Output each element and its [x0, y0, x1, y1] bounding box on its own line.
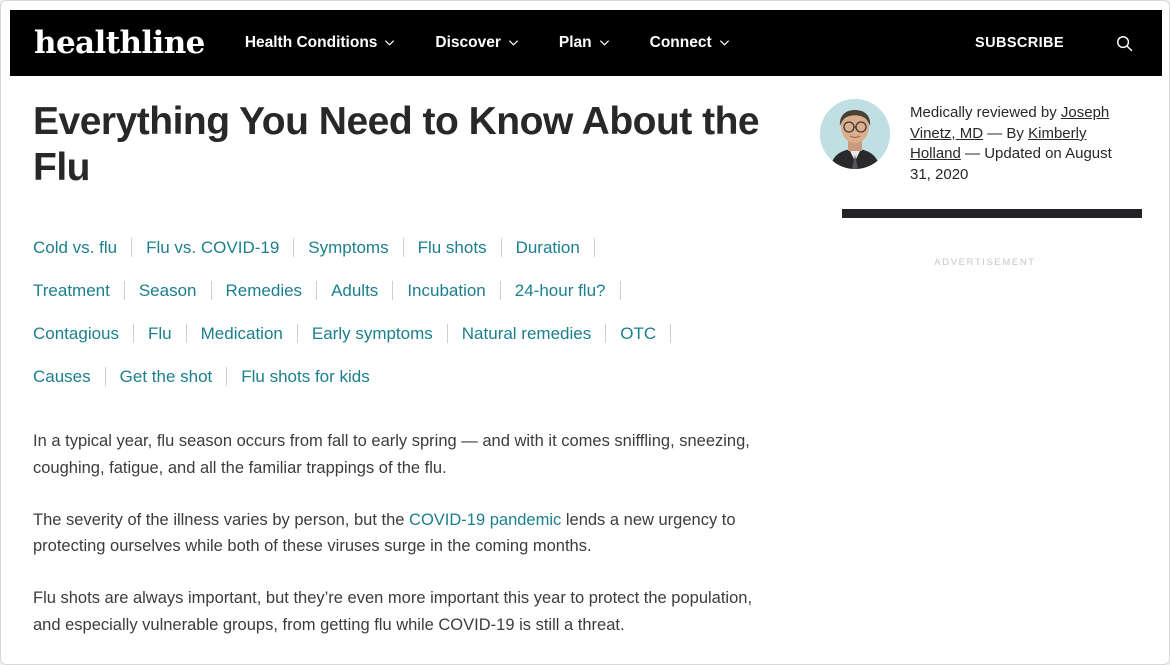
- ad-divider-rule: [842, 208, 1142, 218]
- jump-link-divider: [500, 238, 502, 258]
- browser-page-frame: healthline Health Conditions Discover Pl…: [0, 0, 1170, 665]
- jump-link-flu[interactable]: Flu: [148, 312, 172, 355]
- covid-19-pandemic-link[interactable]: COVID-19 pandemic: [409, 511, 561, 529]
- jump-link-symptoms[interactable]: Symptoms: [308, 226, 388, 269]
- page-title: Everything You Need to Know About the Fl…: [33, 100, 760, 189]
- jump-link-divider: [104, 367, 106, 387]
- jump-link-divider: [670, 324, 672, 344]
- jump-link-divider: [499, 281, 501, 301]
- article-column: Everything You Need to Know About the Fl…: [33, 76, 793, 664]
- jump-link-get-the-shot[interactable]: Get the shot: [120, 355, 213, 398]
- nav-item-health-conditions[interactable]: Health Conditions: [244, 34, 395, 52]
- jump-link-medication[interactable]: Medication: [201, 312, 283, 355]
- article-body: In a typical year, flu season occurs fro…: [33, 428, 768, 638]
- nav-item-label: Health Conditions: [244, 34, 378, 51]
- jump-link-divider: [316, 281, 318, 301]
- jump-link-cold-vs-flu[interactable]: Cold vs. flu: [33, 226, 117, 269]
- jump-link-otc[interactable]: OTC: [620, 312, 656, 355]
- jump-link-treatment[interactable]: Treatment: [33, 269, 110, 312]
- jump-link-contagious[interactable]: Contagious: [33, 312, 119, 355]
- jump-link-divider: [593, 238, 595, 258]
- jump-link-24-hour-flu[interactable]: 24-hour flu?: [515, 269, 606, 312]
- header-actions: SUBSCRIBE: [975, 33, 1134, 53]
- main-navigation: Health Conditions Discover Plan Connect: [245, 34, 770, 52]
- content-area: Everything You Need to Know About the Fl…: [10, 76, 1162, 656]
- chevron-down-icon: [508, 37, 518, 46]
- jump-link-divider: [131, 238, 133, 258]
- jump-link-divider: [402, 238, 404, 258]
- body-paragraph-2: The severity of the illness varies by pe…: [33, 507, 768, 560]
- subscribe-button[interactable]: SUBSCRIBE: [975, 35, 1064, 51]
- jump-link-divider: [392, 281, 394, 301]
- nav-item-connect[interactable]: Connect: [649, 34, 729, 52]
- paragraph-2-text-before: The severity of the illness varies by pe…: [33, 510, 410, 529]
- jump-link-divider: [605, 324, 607, 344]
- body-paragraph-1: In a typical year, flu season occurs fro…: [33, 432, 750, 477]
- byline-reviewed-prefix: Medically reviewed by: [910, 104, 1061, 121]
- byline-by-connector: — By: [983, 124, 1029, 142]
- jump-link-incubation[interactable]: Incubation: [407, 269, 485, 312]
- jump-link-divider: [185, 324, 187, 344]
- advertisement-label: ADVERTISEMENT: [934, 256, 1036, 268]
- jump-link-causes[interactable]: Causes: [33, 355, 91, 398]
- jump-link-flu-shots-for-kids[interactable]: Flu shots for kids: [241, 355, 370, 398]
- healthline-logo[interactable]: healthline: [34, 27, 205, 59]
- nav-item-label: Plan: [558, 34, 592, 51]
- jump-link-season[interactable]: Season: [139, 269, 197, 312]
- jump-link-divider: [123, 281, 125, 301]
- nav-item-plan[interactable]: Plan: [558, 34, 609, 52]
- jump-link-remedies[interactable]: Remedies: [226, 269, 303, 312]
- jump-link-early-symptoms[interactable]: Early symptoms: [312, 312, 433, 355]
- jump-link-adults[interactable]: Adults: [331, 269, 378, 312]
- sidebar: Medically reviewed by Joseph Vinetz, MD …: [820, 76, 1150, 268]
- site-header: healthline Health Conditions Discover Pl…: [10, 10, 1162, 76]
- byline-text: Medically reviewed by Joseph Vinetz, MD …: [910, 99, 1120, 186]
- chevron-down-icon: [719, 37, 729, 46]
- jump-link-list: Cold vs. flu Flu vs. COVID-19 Symptoms F…: [33, 226, 773, 398]
- body-paragraph-3: Flu shots are always important, but they…: [33, 589, 753, 634]
- nav-item-discover[interactable]: Discover: [435, 34, 518, 52]
- chevron-down-icon: [599, 37, 609, 46]
- jump-link-divider: [210, 281, 212, 301]
- jump-link-divider: [296, 324, 298, 344]
- nav-item-label: Discover: [435, 34, 501, 51]
- avatar: [820, 99, 890, 169]
- jump-link-duration[interactable]: Duration: [516, 226, 580, 269]
- chevron-down-icon: [384, 37, 395, 46]
- jump-link-natural-remedies[interactable]: Natural remedies: [462, 312, 591, 355]
- jump-link-divider: [133, 324, 135, 344]
- byline: Medically reviewed by Joseph Vinetz, MD …: [820, 76, 1150, 186]
- jump-link-divider: [226, 367, 228, 387]
- jump-link-flu-vs-covid-19[interactable]: Flu vs. COVID-19: [146, 226, 279, 269]
- jump-link-flu-shots[interactable]: Flu shots: [418, 226, 487, 269]
- jump-link-divider: [446, 324, 448, 344]
- jump-link-divider: [619, 281, 621, 301]
- jump-link-divider: [293, 238, 295, 258]
- search-icon[interactable]: [1114, 33, 1134, 53]
- nav-item-label: Connect: [649, 34, 712, 51]
